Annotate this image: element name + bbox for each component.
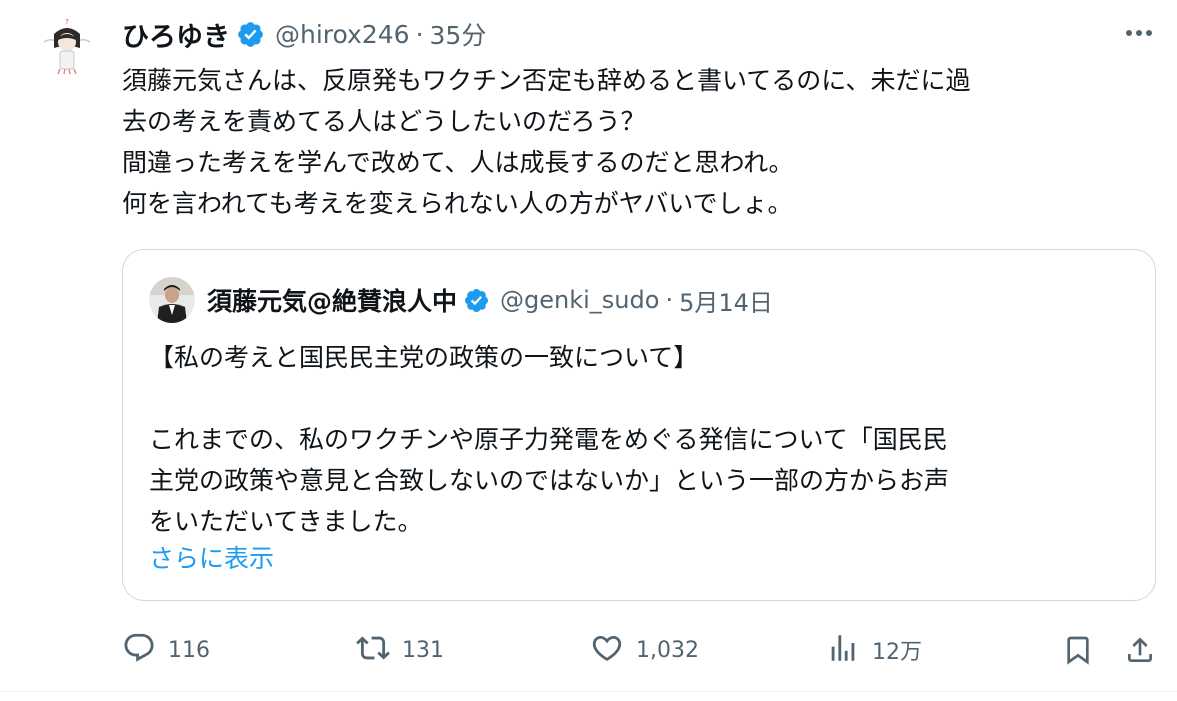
header-separator: · bbox=[415, 19, 424, 49]
repost-icon bbox=[356, 631, 390, 669]
tweet-text-line: 何を言われても考えを変えられない人の方がヤバいでしょ。 bbox=[122, 189, 793, 218]
quoted-text-line: 主党の政策や意見と合致しないのではないか」という一部の方からお声 bbox=[149, 466, 950, 495]
reply-count: 116 bbox=[168, 637, 210, 663]
quoted-header-separator: · bbox=[665, 286, 674, 314]
tweet-timestamp[interactable]: 35分 bbox=[430, 16, 487, 52]
quoted-tweet-header: 須藤元気@絶賛浪人中 @genki_sudo · 5月14日 bbox=[207, 280, 773, 320]
quoted-author-display-name: 須藤元気@絶賛浪人中 bbox=[207, 287, 458, 316]
like-count: 1,032 bbox=[636, 637, 699, 663]
tweet-text-line: 間違った考えを学んで改めて、人は成長するのだと思われ。 bbox=[122, 148, 794, 177]
like-button[interactable]: 1,032 bbox=[590, 630, 699, 670]
tweet-divider bbox=[0, 691, 1177, 692]
quoted-author-avatar bbox=[149, 277, 195, 323]
quoted-tweet-text: 【私の考えと国民民主党の政策の一致について】 これまでの、私のワクチンや原子力発… bbox=[149, 337, 1139, 542]
tweet-header: ひろゆき @hirox246 · 35分 bbox=[122, 14, 486, 54]
repost-count: 131 bbox=[402, 637, 444, 663]
reply-button[interactable]: 116 bbox=[122, 630, 210, 670]
more-horizontal-icon[interactable] bbox=[1122, 22, 1156, 44]
tweet-text: 須藤元気さんは、反原発もワクチン否定も辞めると書いてるのに、未だに過 去の考えを… bbox=[122, 60, 1162, 224]
bookmark-icon[interactable] bbox=[1058, 630, 1098, 670]
heart-icon bbox=[590, 631, 624, 669]
author-handle[interactable]: @hirox246 bbox=[275, 20, 410, 49]
verified-badge-icon bbox=[463, 287, 490, 314]
show-more-link[interactable]: さらに表示 bbox=[149, 538, 274, 579]
quoted-tweet[interactable]: 須藤元気@絶賛浪人中 @genki_sudo · 5月14日 【私の考えと国民民… bbox=[122, 249, 1156, 601]
author-display-name[interactable]: ひろゆき bbox=[122, 15, 230, 54]
views-count: 12万 bbox=[872, 640, 922, 665]
quoted-text-line bbox=[149, 378, 1139, 419]
tweet: ? ひろゆき @hirox246 · 35分 須藤元気さんは、反原発もワクチン否… bbox=[0, 0, 1177, 701]
views-button[interactable]: 12万 bbox=[826, 630, 922, 670]
quoted-text-line: これまでの、私のワクチンや原子力発電をめぐる発信について「国民民 bbox=[149, 425, 948, 454]
author-avatar[interactable]: ? bbox=[36, 16, 98, 78]
quoted-text-line: をいただいてきました。 bbox=[149, 507, 423, 536]
quoted-author-handle: @genki_sudo bbox=[500, 286, 660, 314]
quoted-text-line: 【私の考えと国民民主党の政策の一致について】 bbox=[149, 343, 699, 372]
share-icon[interactable] bbox=[1120, 630, 1160, 670]
tweet-text-line: 去の考えを責めてる人はどうしたいのだろう？ bbox=[122, 107, 646, 136]
reply-icon bbox=[122, 631, 156, 669]
repost-button[interactable]: 131 bbox=[356, 630, 444, 670]
views-chart-icon bbox=[826, 631, 860, 669]
svg-text:?: ? bbox=[65, 18, 69, 26]
quoted-tweet-timestamp: 5月14日 bbox=[679, 288, 773, 317]
tweet-text-line: 須藤元気さんは、反原発もワクチン否定も辞めると書いてるのに、未だに過 bbox=[122, 66, 971, 95]
verified-badge-icon bbox=[236, 20, 265, 49]
